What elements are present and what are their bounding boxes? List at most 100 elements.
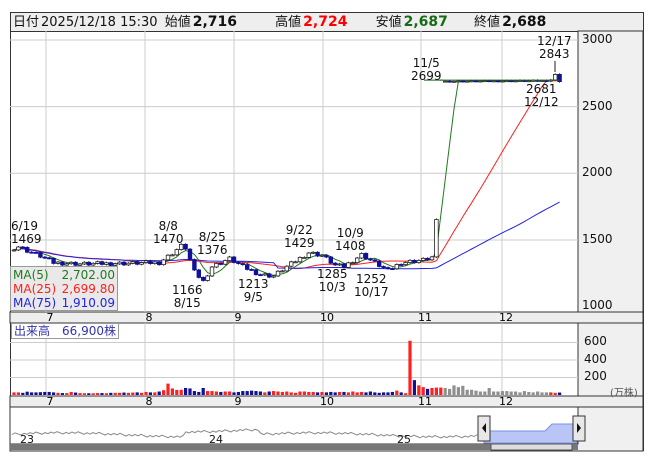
volume-bar [60, 393, 64, 395]
candle [214, 263, 219, 268]
volume-bar [496, 391, 500, 395]
volume-bar [316, 392, 320, 395]
volume-tick: 400 [584, 352, 607, 366]
volume-bar [298, 391, 302, 395]
volume-bar [474, 390, 478, 395]
candle [381, 266, 386, 268]
scrollbar-thumb[interactable] [490, 443, 573, 451]
volume-bar [30, 392, 34, 395]
volume-bar [140, 392, 144, 395]
volume-bar [25, 391, 29, 395]
volume-bar [430, 388, 434, 395]
volume-bar [250, 390, 254, 395]
volume-bar [258, 391, 262, 395]
candle [482, 80, 487, 83]
candle [82, 261, 87, 265]
volume-bar [65, 393, 69, 395]
candle [253, 269, 259, 276]
candle [368, 258, 373, 261]
volume-bar [104, 393, 108, 395]
candle [319, 254, 325, 257]
volume-bar [509, 391, 513, 395]
volume-bar [364, 392, 368, 395]
candle [500, 80, 505, 83]
volume-bar [456, 387, 460, 395]
month-tick: 8 [146, 395, 153, 408]
candle [434, 219, 439, 258]
annotation-10-17: 1252 10/17 [354, 272, 389, 299]
candle [385, 267, 391, 270]
volume-bar [412, 380, 416, 395]
volume-bar [382, 392, 386, 395]
candle [491, 80, 496, 83]
candle [130, 261, 135, 264]
candle [288, 261, 294, 267]
volume-bar [131, 392, 135, 395]
candle [126, 262, 131, 266]
candle [218, 263, 223, 265]
volume-bar [69, 391, 73, 395]
volume-bar [531, 392, 535, 395]
candle [148, 260, 153, 264]
candle [258, 274, 263, 277]
month-tick: 9 [235, 395, 242, 408]
volume-bar [289, 392, 293, 395]
volume-bar [219, 391, 223, 395]
candle [359, 253, 364, 259]
candle [121, 261, 127, 266]
candle [139, 262, 144, 265]
candle [16, 246, 21, 251]
candle [403, 262, 408, 266]
candle [51, 257, 56, 264]
candle [293, 261, 298, 264]
volume-bar [285, 391, 289, 395]
candle [456, 80, 461, 83]
volume-bar [417, 385, 421, 395]
ma25-legend: MA(25) 2,699.80 [13, 282, 115, 296]
candle [60, 261, 65, 266]
volume-bar [333, 392, 337, 395]
annotation-10-3: 1285 10/3 [317, 267, 348, 294]
volume-bar [157, 391, 161, 395]
annotation-8-25: 8/25 1376 [197, 230, 228, 257]
candle [442, 80, 448, 83]
volume-unit: (万株) [610, 388, 638, 399]
annotation-12-12: 2681 12/12 [524, 82, 559, 109]
annotation-12-17: 12/17 2843 [537, 34, 572, 61]
candle [192, 259, 197, 271]
volume-bar [338, 391, 342, 395]
candle [99, 261, 105, 265]
annotation-6-19: 6/19 1469 [11, 219, 42, 246]
volume-bar [34, 392, 38, 395]
volume-bar [483, 391, 487, 395]
month-tick: 11 [418, 311, 432, 324]
candle [478, 80, 483, 83]
candle [473, 80, 479, 83]
month-tick: 7 [47, 395, 54, 408]
candle [447, 80, 452, 83]
candle [315, 251, 320, 257]
volume-bar [470, 389, 474, 395]
volume-bar [346, 392, 350, 395]
candle [86, 261, 91, 266]
candle [69, 261, 74, 265]
candle [517, 80, 523, 82]
candle [200, 277, 206, 281]
candle [170, 254, 175, 257]
ma75-legend: MA(75) 1,910.09 [13, 296, 115, 310]
candle [425, 257, 430, 261]
candle [64, 263, 69, 266]
volume-bar [294, 392, 298, 395]
candle [376, 260, 382, 267]
annotation-8-15: 1166 8/15 [172, 283, 203, 310]
volume-bar [465, 389, 469, 395]
chart-canvas: 778899101011111212 [9, 30, 644, 452]
volume-bar [118, 392, 122, 395]
volume-bar [329, 391, 333, 395]
candle [205, 275, 210, 281]
volume-bar [386, 392, 390, 395]
volume-bar [390, 391, 394, 395]
volume-bar [267, 391, 271, 395]
volume-bar [78, 393, 82, 395]
candle [306, 252, 311, 258]
